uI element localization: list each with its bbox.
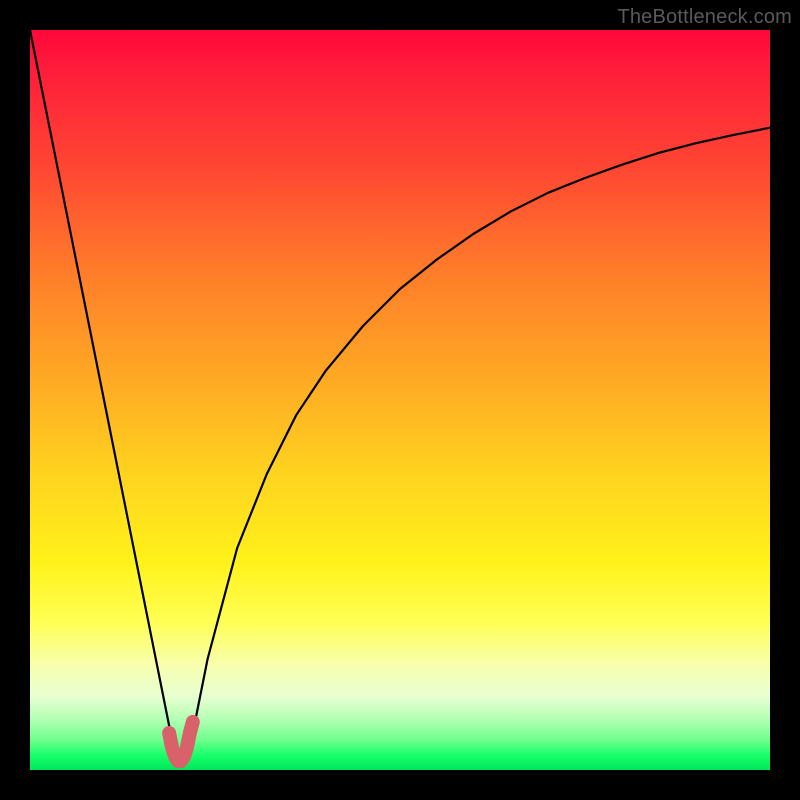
chart-svg — [30, 30, 770, 770]
optimal-marker — [169, 722, 193, 761]
bottleneck-curve — [30, 30, 770, 761]
watermark-text: TheBottleneck.com — [617, 6, 792, 29]
chart-frame: TheBottleneck.com — [0, 0, 800, 800]
plot-area — [30, 30, 770, 770]
